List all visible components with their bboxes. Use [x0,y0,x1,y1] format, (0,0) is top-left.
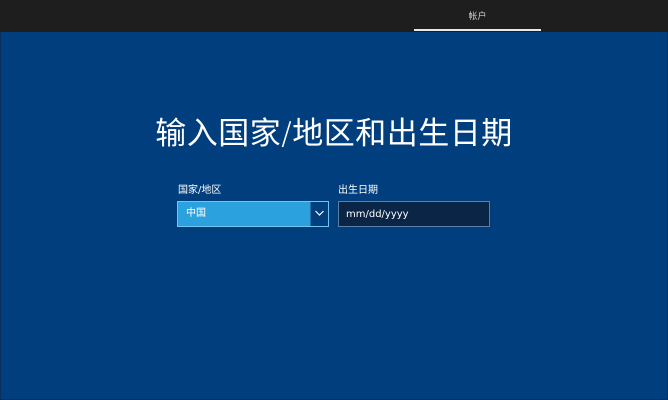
birthdate-label: 出生日期 [338,185,378,196]
oobe-window: 帐户 输入国家/地区和出生日期 国家/地区 出生日期 中国 [0,0,668,400]
chevron-down-icon [315,210,324,216]
dropdown-button[interactable] [310,202,328,226]
active-tab-indicator [414,29,541,31]
tab-account[interactable]: 帐户 [414,0,541,32]
page-title: 输入国家/地区和出生日期 [155,116,513,152]
setup-panel [0,32,668,400]
country-select-value: 中国 [186,208,206,219]
birthdate-input[interactable] [338,201,490,227]
top-bar: 帐户 [0,0,668,32]
country-label: 国家/地区 [178,185,222,196]
country-select[interactable]: 中国 [177,201,329,227]
